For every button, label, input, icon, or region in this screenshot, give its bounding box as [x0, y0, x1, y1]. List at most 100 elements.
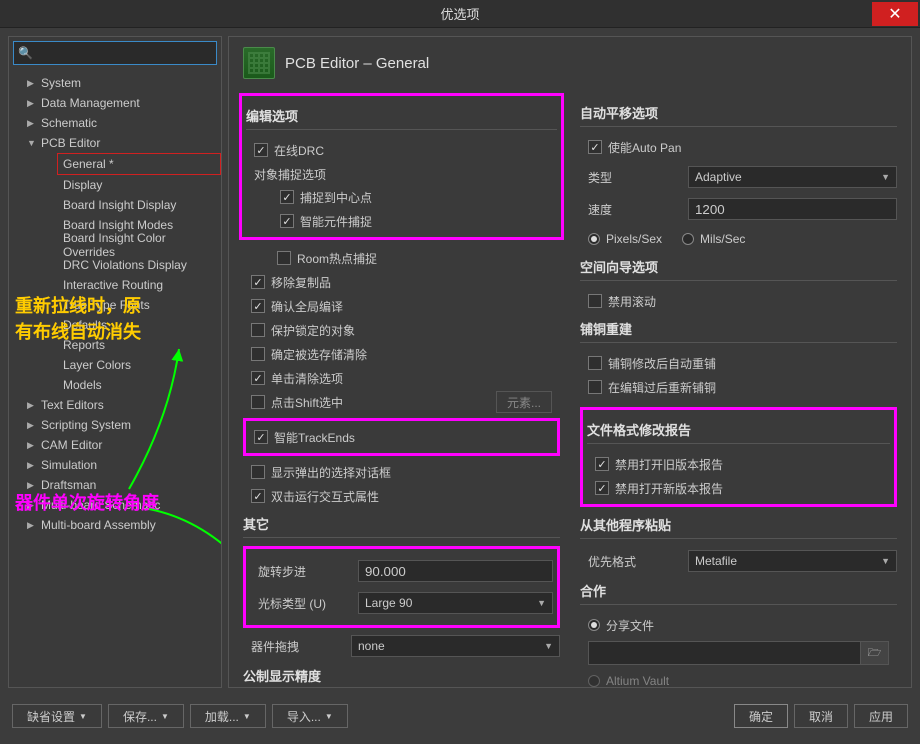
tree-item-label: System [41, 76, 81, 90]
checkbox-show-popup-sel[interactable] [251, 465, 265, 479]
label-snap-options: 对象捕捉选项 [246, 166, 557, 183]
tree-item-label: DRC Violations Display [63, 258, 187, 272]
label-dblclick-interact: 双击运行交互式属性 [271, 488, 379, 505]
highlight-smart-trackends: 智能TrackEnds [243, 418, 560, 456]
chevron-right-icon: ▶ [27, 400, 37, 411]
tree-item[interactable]: ▶Simulation [9, 455, 221, 475]
checkbox-snap-center[interactable] [280, 190, 294, 204]
checkbox-online-drc[interactable] [254, 143, 268, 157]
checkbox-remove-dup[interactable] [251, 275, 265, 289]
tree-item-label: Interactive Routing [63, 278, 163, 292]
checkbox-repour-after-edit[interactable] [588, 380, 602, 394]
section-edit-options: 编辑选项 [246, 106, 557, 130]
checkbox-disable-old-report[interactable] [595, 457, 609, 471]
content-panel: PCB Editor – General 编辑选项 在线DRC 对象捕捉选项 捕… [228, 36, 912, 688]
radio-pixels[interactable]: Pixels/Sex [588, 232, 662, 246]
tree-item[interactable]: ▶Text Editors [9, 395, 221, 415]
select-autopan-type[interactable]: Adaptive▼ [688, 166, 897, 188]
section-metric-precision: 公制显示精度 [243, 666, 560, 688]
tree-item[interactable]: General * [57, 153, 221, 175]
cancel-button[interactable]: 取消 [794, 704, 848, 728]
chevron-right-icon: ▶ [27, 420, 37, 431]
label-room-hotspot: Room热点捕捉 [297, 250, 377, 267]
label-protect-locked: 保护锁定的对象 [271, 322, 355, 339]
radio-mils[interactable]: Mils/Sec [682, 232, 745, 246]
elements-button[interactable]: 元素... [496, 391, 552, 413]
import-button[interactable]: 导入...▼ [272, 704, 348, 728]
tree-item[interactable]: ▶Multi-board Assembly [9, 515, 221, 535]
browse-button[interactable]: 🗁 [861, 641, 889, 665]
select-pref-format[interactable]: Metafile▼ [688, 550, 897, 572]
tree-item[interactable]: ▶Draftsman [9, 475, 221, 495]
tree-item[interactable]: ▶ Scripting System [9, 415, 221, 435]
tree-item[interactable]: ▶CAM Editor [9, 435, 221, 455]
label-shift-click: 点击Shift选中 [271, 394, 343, 411]
search-box[interactable]: 🔍 [13, 41, 217, 65]
tree-item[interactable]: ▶Multi-board Schematic [9, 495, 221, 515]
checkbox-repour-after-mod[interactable] [588, 356, 602, 370]
chevron-right-icon: ▶ [27, 118, 37, 129]
checkbox-smart-comp-snap[interactable] [280, 214, 294, 228]
tree-item-label: Scripting System [41, 418, 131, 432]
tree-item[interactable]: Board Insight Display [9, 195, 221, 215]
label-smart-trackends: 智能TrackEnds [274, 429, 355, 446]
label-repour-after-mod: 铺铜修改后自动重铺 [608, 355, 716, 372]
tree-item[interactable]: Interactive Routing [9, 275, 221, 295]
save-button[interactable]: 保存...▼ [108, 704, 184, 728]
label-comp-drag: 器件拖拽 [243, 638, 343, 655]
checkbox-disable-new-report[interactable] [595, 481, 609, 495]
checkbox-shift-click[interactable] [251, 395, 265, 409]
input-share-path[interactable] [588, 641, 861, 665]
chevron-down-icon: ▼ [27, 138, 37, 148]
chevron-down-icon: ▼ [881, 556, 890, 566]
radio-altium-vault[interactable]: Altium Vault [588, 674, 669, 688]
checkbox-smart-trackends[interactable] [254, 430, 268, 444]
input-speed[interactable] [688, 198, 897, 220]
label-type: 类型 [580, 169, 680, 186]
tree-item[interactable]: ▶System [9, 73, 221, 93]
select-cursor-type[interactable]: Large 90▼ [358, 592, 553, 614]
title-bar: 优选项 ✕ [0, 0, 920, 28]
chevron-right-icon: ▶ [27, 500, 37, 511]
tree-item-label: Models [63, 378, 102, 392]
radio-share-file[interactable]: 分享文件 [588, 617, 654, 634]
tree-item[interactable]: Board Insight Color Overrides [9, 235, 221, 255]
label-confirm-global: 确认全局编译 [271, 298, 343, 315]
checkbox-dblclick-interact[interactable] [251, 489, 265, 503]
tree-item-label: Display [63, 178, 102, 192]
chevron-right-icon: ▶ [27, 480, 37, 491]
tree-item[interactable]: Display [9, 175, 221, 195]
input-rot-step[interactable] [358, 560, 553, 582]
label-show-popup-sel: 显示弹出的选择对话框 [271, 464, 391, 481]
label-disable-new-report: 禁用打开新版本报告 [615, 480, 723, 497]
apply-button[interactable]: 应用 [854, 704, 908, 728]
checkbox-enable-autopan[interactable] [588, 140, 602, 154]
checkbox-confirm-sel-mem[interactable] [251, 347, 265, 361]
tree-item[interactable]: Models [9, 375, 221, 395]
search-input[interactable] [37, 46, 212, 60]
tree-item[interactable]: ▶Data Management [9, 93, 221, 113]
checkbox-confirm-global[interactable] [251, 299, 265, 313]
checkbox-protect-locked[interactable] [251, 323, 265, 337]
tree-item[interactable]: Reports [9, 335, 221, 355]
chevron-down-icon: ▼ [544, 641, 553, 651]
checkbox-click-clear[interactable] [251, 371, 265, 385]
section-space-nav: 空间向导选项 [580, 257, 897, 281]
defaults-button[interactable]: 缺省设置▼ [12, 704, 102, 728]
close-button[interactable]: ✕ [872, 2, 918, 26]
tree-item[interactable]: DRC Violations Display [9, 255, 221, 275]
tree-item[interactable]: True Type Fonts [9, 295, 221, 315]
tree-item[interactable]: ▶Schematic [9, 113, 221, 133]
section-file-format-report: 文件格式修改报告 [587, 420, 890, 444]
select-comp-drag[interactable]: none▼ [351, 635, 560, 657]
tree-item[interactable]: ▼PCB Editor [9, 133, 221, 153]
tree-item[interactable]: Layer Colors [9, 355, 221, 375]
tree-item-label: CAM Editor [41, 438, 102, 452]
sidebar: 🔍 重新拉线时，原 有布线自动消失 器件单次旋转角度 ▶System▶Data … [8, 36, 222, 688]
checkbox-disable-roll[interactable] [588, 294, 602, 308]
ok-button[interactable]: 确定 [734, 704, 788, 728]
checkbox-room-hotspot[interactable] [277, 251, 291, 265]
load-button[interactable]: 加载...▼ [190, 704, 266, 728]
tree-item-label: Layer Colors [63, 358, 131, 372]
tree-item[interactable]: Defaults [9, 315, 221, 335]
